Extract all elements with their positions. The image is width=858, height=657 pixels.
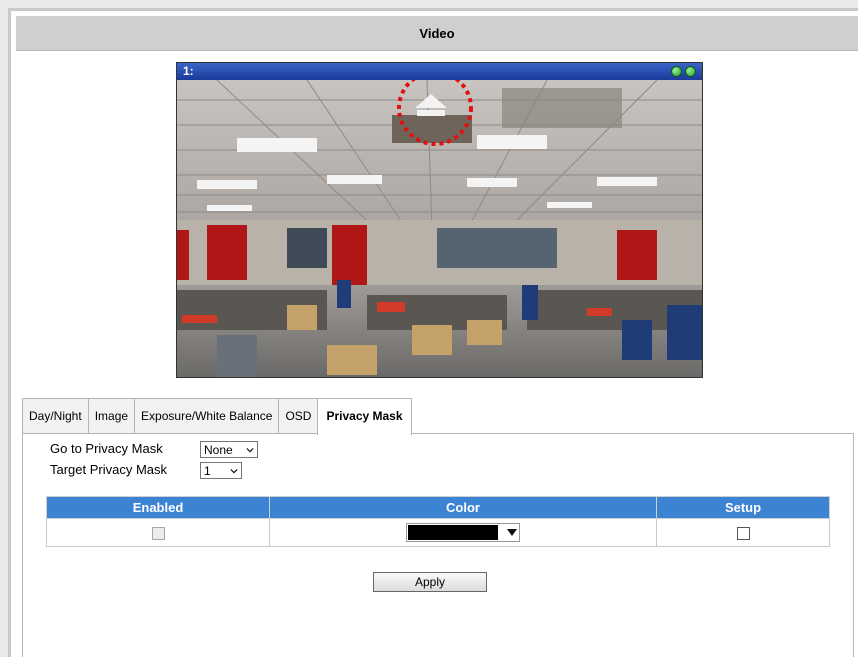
channel-label: 1: xyxy=(183,64,194,78)
column-header-enabled: Enabled xyxy=(46,496,270,519)
column-header-setup: Setup xyxy=(656,496,830,519)
video-viewer[interactable]: 1: xyxy=(176,62,703,378)
dropdown-arrow-icon xyxy=(507,529,517,536)
target-privacy-mask-label: Target Privacy Mask xyxy=(50,462,168,477)
enabled-cell xyxy=(46,518,270,547)
status-light-icon xyxy=(685,66,696,77)
enabled-checkbox[interactable] xyxy=(151,526,165,540)
setup-checkbox[interactable] xyxy=(736,526,750,540)
target-privacy-mask-select[interactable]: 1 xyxy=(200,462,242,479)
chevron-down-icon xyxy=(246,447,254,453)
tab-image[interactable]: Image xyxy=(87,398,136,433)
status-indicators xyxy=(671,66,696,77)
goto-privacy-mask-label: Go to Privacy Mask xyxy=(50,441,163,456)
setup-cell xyxy=(656,518,830,547)
chevron-down-icon xyxy=(230,468,238,474)
camera-feed-image xyxy=(177,80,702,377)
section-title: Video xyxy=(419,25,455,41)
color-swatch xyxy=(408,525,498,540)
apply-button[interactable]: Apply xyxy=(373,572,487,592)
goto-privacy-mask-select[interactable]: None xyxy=(200,441,258,458)
tab-osd[interactable]: OSD xyxy=(278,398,319,433)
target-privacy-mask-value: 1 xyxy=(204,464,211,478)
tab-exposure-white-balance[interactable]: Exposure/White Balance xyxy=(134,398,280,433)
color-select[interactable] xyxy=(406,523,520,542)
table-header-row: Enabled Color Setup xyxy=(46,496,830,519)
goto-privacy-mask-value: None xyxy=(204,443,233,457)
status-light-icon xyxy=(671,66,682,77)
color-cell xyxy=(269,518,657,547)
tab-privacy-mask[interactable]: Privacy Mask xyxy=(317,398,412,435)
settings-tabs: Day/Night Image Exposure/White Balance O… xyxy=(22,398,412,435)
video-title-bar: 1: xyxy=(177,63,702,80)
tab-day-night[interactable]: Day/Night xyxy=(22,398,89,433)
table-row xyxy=(46,518,830,547)
column-header-color: Color xyxy=(269,496,657,519)
section-header: Video xyxy=(16,16,858,51)
privacy-mask-table: Enabled Color Setup xyxy=(46,496,830,547)
